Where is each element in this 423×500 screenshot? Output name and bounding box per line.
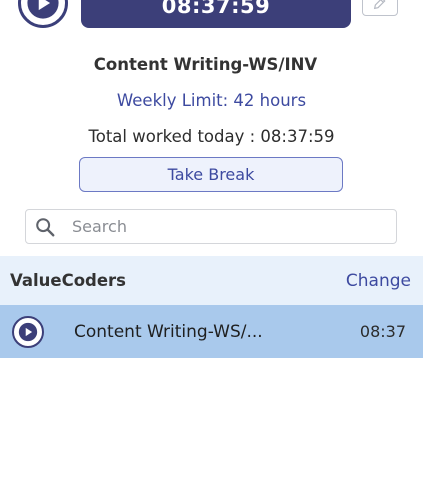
- project-item-name: Content Writing-WS/...: [74, 321, 263, 342]
- edit-button[interactable]: [362, 0, 398, 16]
- search-box: [25, 209, 397, 244]
- time-tracker-panel: 08:37:59 Content Writing-WS/INV Weekly L…: [0, 0, 423, 500]
- main-timer-display: 08:37:59: [81, 0, 351, 28]
- start-stop-play-icon[interactable]: [18, 0, 68, 28]
- organization-row: ValueCoders Change: [0, 256, 423, 305]
- project-item-time: 08:37: [359, 322, 406, 341]
- current-project-title: Content Writing-WS/INV: [93, 55, 318, 74]
- change-organization-link[interactable]: Change: [346, 271, 411, 291]
- play-circle-icon[interactable]: [12, 315, 44, 348]
- search-input[interactable]: [70, 216, 374, 237]
- project-list-item[interactable]: Content Writing-WS/... 08:37: [0, 305, 423, 358]
- take-break-button[interactable]: Take Break: [79, 157, 343, 192]
- edit-pencil-icon: [373, 0, 386, 10]
- weekly-limit-text: Weekly Limit: 42 hours: [116, 91, 307, 110]
- play-icon: [27, 0, 59, 19]
- search-icon: [28, 210, 62, 243]
- total-worked-today-text: Total worked today : 08:37:59: [88, 127, 335, 146]
- organization-name: ValueCoders: [10, 271, 126, 290]
